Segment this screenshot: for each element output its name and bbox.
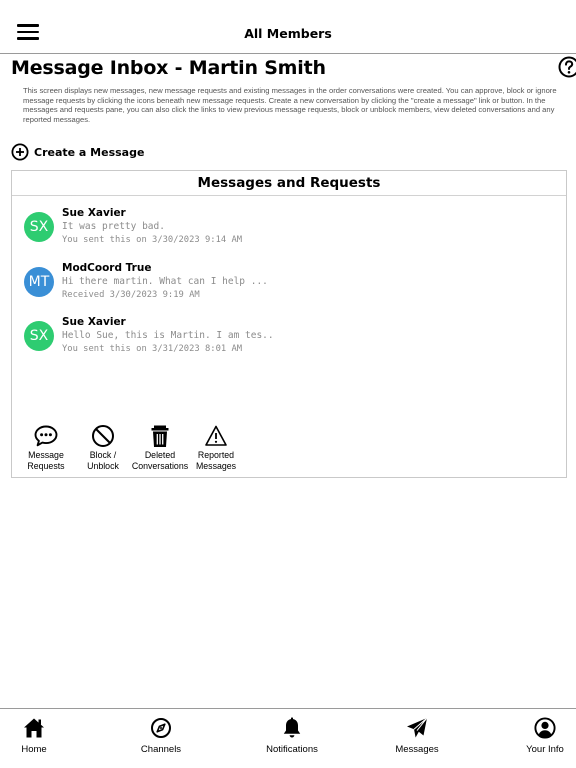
user-circle-icon [534,717,556,739]
header-title: All Members [244,26,332,41]
message-requests-button[interactable]: Message Requests [24,424,68,472]
conversation-timestamp: You sent this on 3/31/2023 8:01 AM [62,344,243,354]
conversation-name: Sue Xavier [62,207,126,219]
help-icon[interactable] [558,56,576,78]
deleted-conversations-button[interactable]: Deleted Conversations [130,424,190,472]
nav-item-channels[interactable]: Channels [132,717,190,755]
conversation-timestamp: Received 3/30/2023 9:19 AM [62,290,200,300]
block-icon [92,425,114,447]
avatar: SX [24,212,54,242]
compass-icon [151,718,171,738]
panel-title: Messages and Requests [12,171,566,196]
nav-label: Channels [140,744,182,755]
action-label-line2: Messages [195,461,237,471]
reported-messages-button[interactable]: Reported Messages [193,424,239,472]
action-label-line1: Message [28,450,64,460]
page-title: Message Inbox - Martin Smith [11,57,326,79]
nav-item-your-info[interactable]: Your Info [520,717,570,755]
nav-label: Messages [395,744,439,755]
nav-item-messages[interactable]: Messages [389,717,445,755]
action-label-line1: Reported [197,450,235,460]
conversation-preview: Hello Sue, this is Martin. I am tes.. [62,330,274,341]
messages-panel: Messages and Requests SX Sue Xavier It w… [11,170,567,478]
conversation-name: ModCoord True [62,262,152,274]
conversation-item[interactable]: SX Sue Xavier Hello Sue, this is Martin.… [24,316,544,364]
nav-label: Your Info [526,744,564,755]
conversation-item[interactable]: MT ModCoord True Hi there martin. What c… [24,262,544,310]
conversation-preview: Hi there martin. What can I help ... [62,276,268,287]
block-unblock-button[interactable]: Block / Unblock [82,424,124,472]
conversation-item[interactable]: SX Sue Xavier It was pretty bad. You sen… [24,207,544,255]
nav-label: Home [21,744,47,755]
home-icon [24,718,44,738]
chat-bubble-icon [34,425,58,447]
conversation-timestamp: You sent this on 3/30/2023 9:14 AM [62,235,243,245]
action-label-line2: Conversations [131,461,189,471]
conversation-name: Sue Xavier [62,316,126,328]
action-label-line2: Requests [27,461,65,471]
avatar: SX [24,321,54,351]
warning-icon [205,425,227,446]
action-label-line2: Unblock [87,461,119,471]
nav-label: Notifications [266,744,318,755]
action-label-line1: Deleted [144,450,176,460]
bottom-navigation: Home Channels Notifications Messages You… [0,708,576,768]
plus-circle-icon [11,143,29,161]
nav-item-notifications[interactable]: Notifications [257,717,327,755]
top-bar: All Members [0,0,576,54]
create-message-label: Create a Message [34,145,145,159]
conversation-preview: It was pretty bad. [62,221,165,232]
avatar: MT [24,267,54,297]
nav-item-home[interactable]: Home [12,717,56,755]
paper-plane-icon [407,717,428,738]
page-description: This screen displays new messages, new m… [23,86,557,124]
action-label-line1: Block / [89,450,117,460]
trash-icon [151,425,169,447]
create-message-button[interactable]: Create a Message [11,143,144,161]
bell-icon [283,717,301,738]
